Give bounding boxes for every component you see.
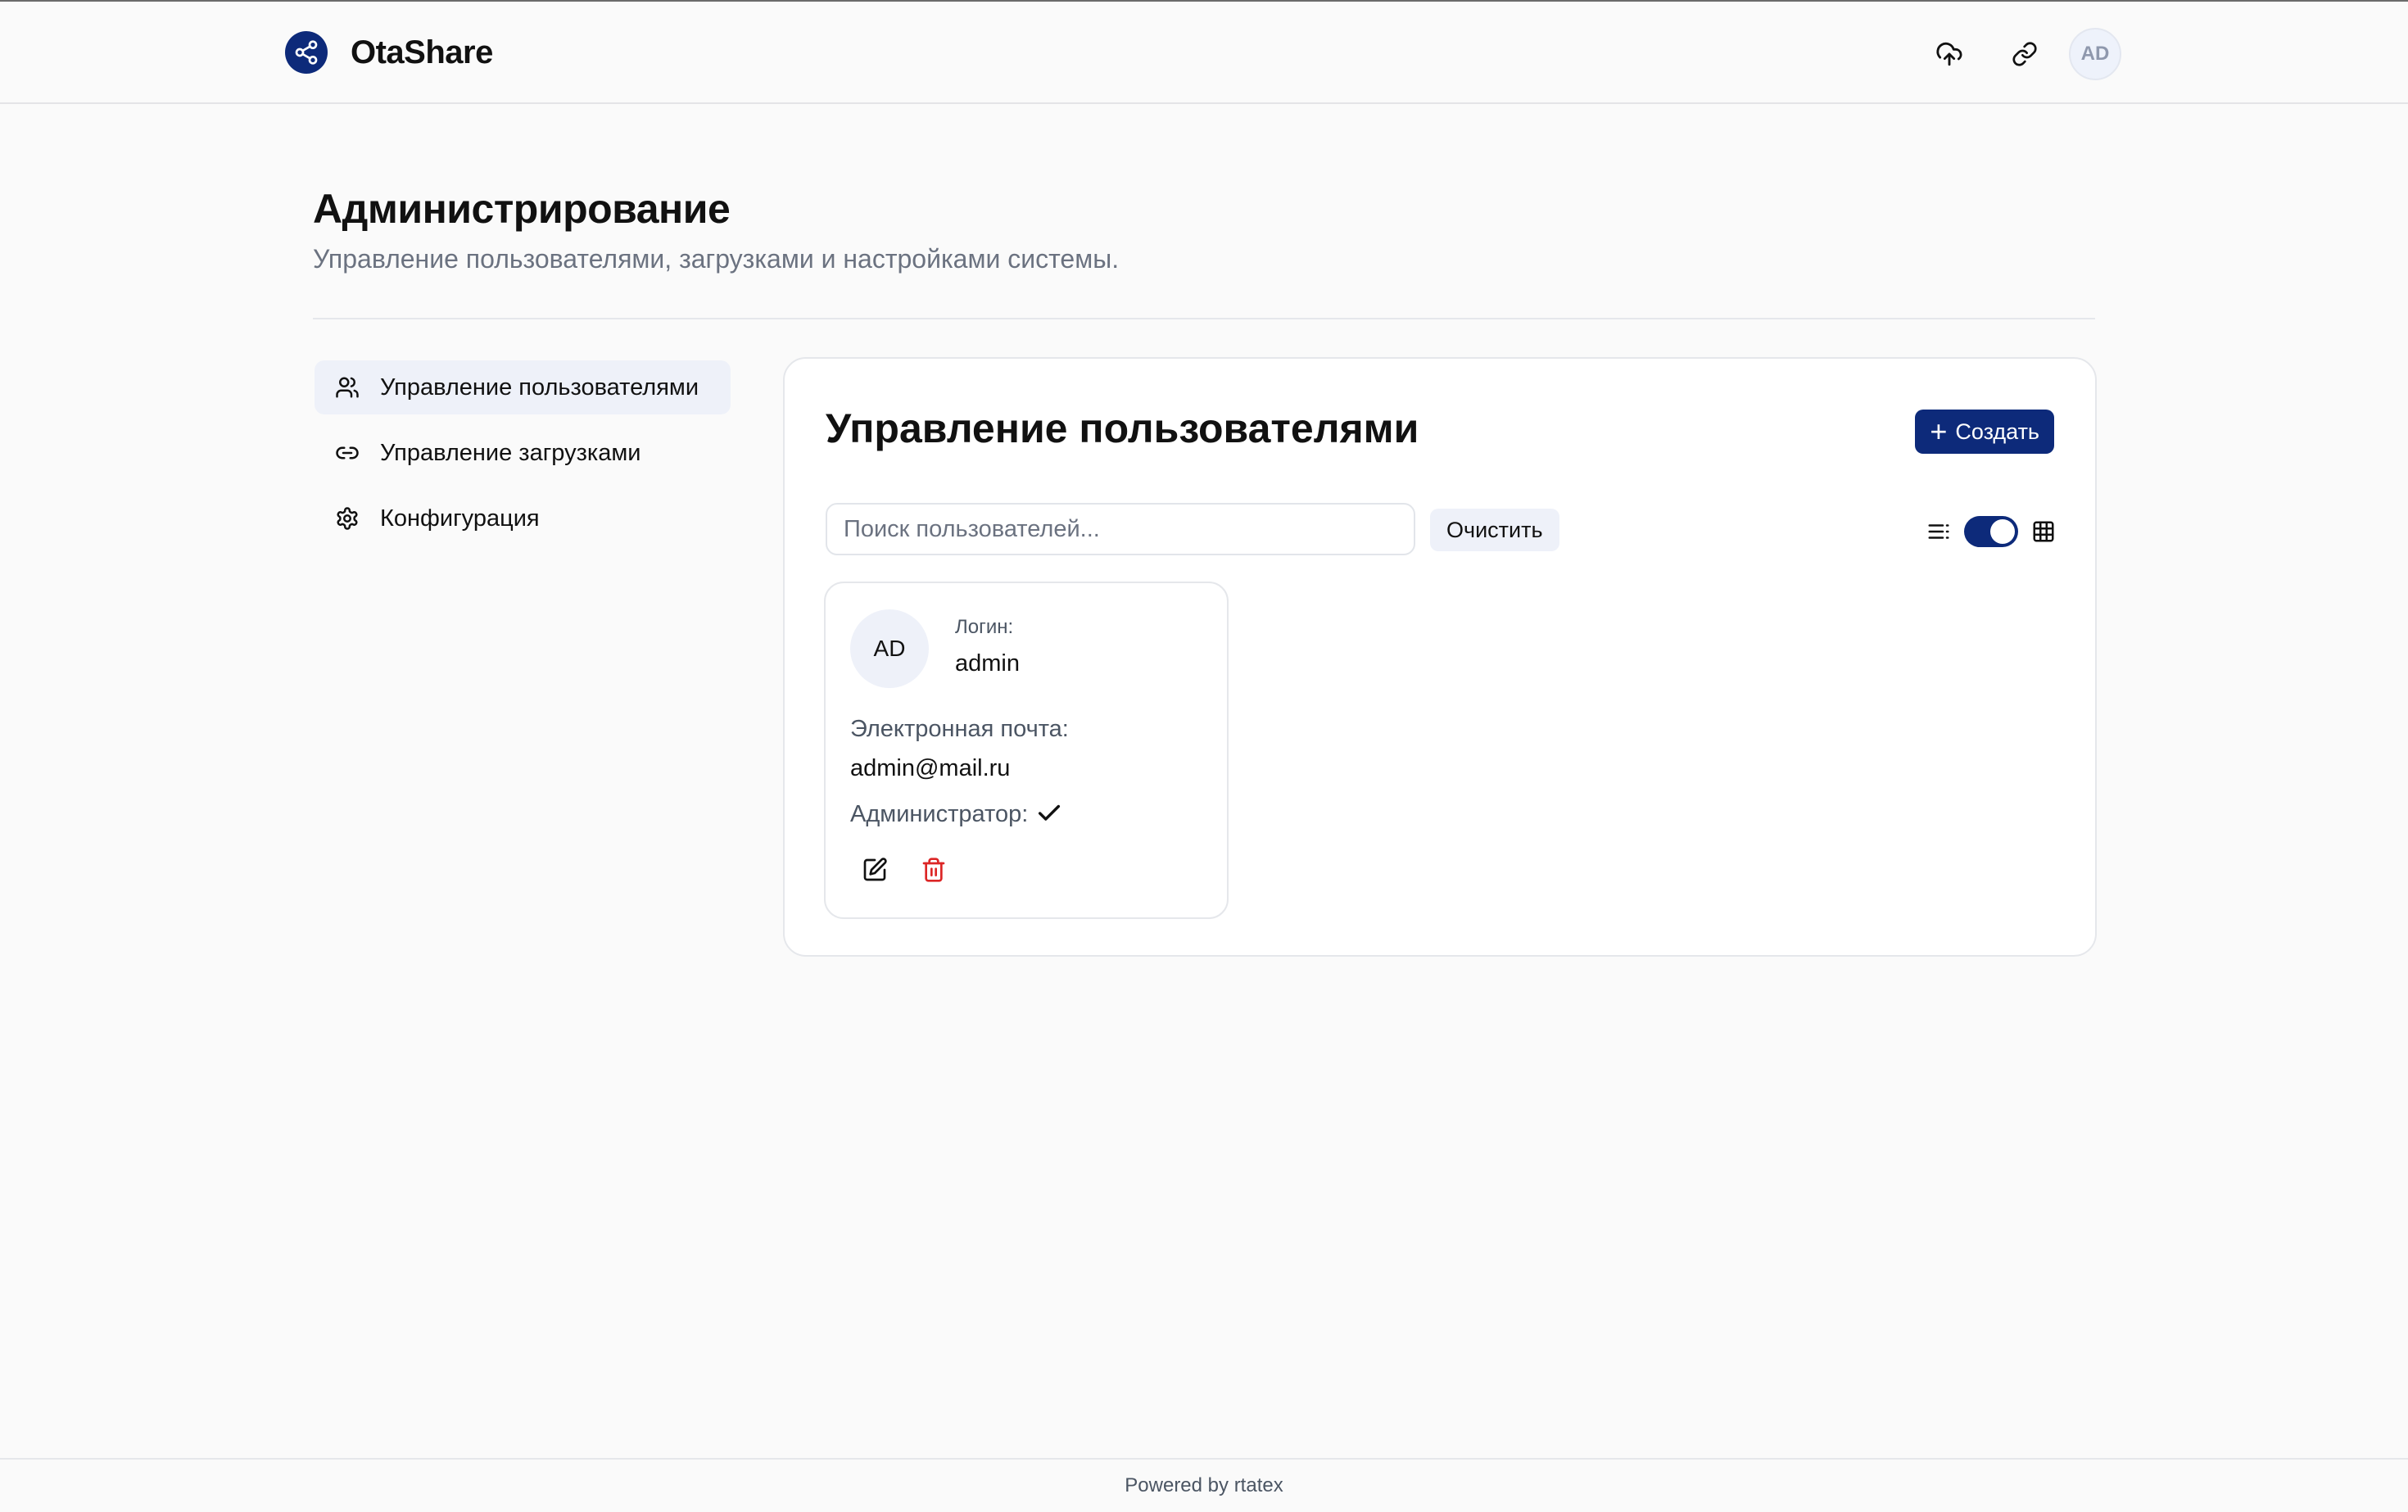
clear-button[interactable]: Очистить [1430,509,1559,551]
page-subtitle: Управление пользователями, загрузками и … [313,244,1120,274]
search-input[interactable] [826,503,1415,555]
share-logo-icon [285,31,328,74]
sidebar-item-config[interactable]: Конфигурация [315,491,731,545]
email-value: admin@mail.ru [850,755,1011,781]
panel-title: Управление пользователями [826,405,1419,451]
footer: Powered by rtatex [0,1458,2408,1512]
footer-text: Powered by rtatex [1125,1474,1283,1496]
user-card: AD Логин: admin Электронная почта: admin… [824,582,1229,919]
gear-icon [331,502,364,535]
sidebar-item-label: Управление загрузками [380,439,641,466]
brand[interactable]: OtaShare [285,31,493,74]
upload-button[interactable] [1925,29,1974,79]
email-label: Электронная почта: [850,716,1069,742]
divider [313,318,2095,319]
user-avatar-button[interactable]: AD [2069,28,2121,80]
avatar: AD [850,609,929,688]
users-panel: Управление пользователями + Создать Очис… [783,357,2097,957]
brand-name: OtaShare [351,34,493,70]
link-icon [331,437,364,469]
cloud-upload-icon [1936,42,1962,66]
table-view-icon[interactable] [2031,519,2056,544]
sidebar-item-users[interactable]: Управление пользователями [315,360,731,414]
admin-label: Администратор: [850,801,1029,827]
edit-icon [863,858,887,881]
create-button-label: Создать [1955,419,2039,444]
create-user-button[interactable]: + Создать [1915,410,2054,454]
view-mode-toggle[interactable] [1964,516,2018,547]
toggle-knob [1990,519,2015,544]
check-icon [1038,804,1061,821]
top-bar: OtaShare AD [0,0,2408,104]
login-value: admin [955,650,1020,677]
login-label: Логин: [955,616,1014,638]
share-links-button[interactable] [2000,29,2049,79]
link-icon [2012,42,2037,66]
list-view-icon[interactable] [1926,519,1951,544]
delete-user-button[interactable] [914,850,953,890]
plus-icon: + [1930,414,1948,448]
sidebar-item-label: Конфигурация [380,505,540,532]
users-icon [331,371,364,404]
edit-user-button[interactable] [855,850,894,890]
sidebar-item-uploads[interactable]: Управление загрузками [315,426,731,480]
trash-icon [922,858,945,882]
sidebar-item-label: Управление пользователями [380,373,699,401]
page-title: Администрирование [313,186,731,232]
